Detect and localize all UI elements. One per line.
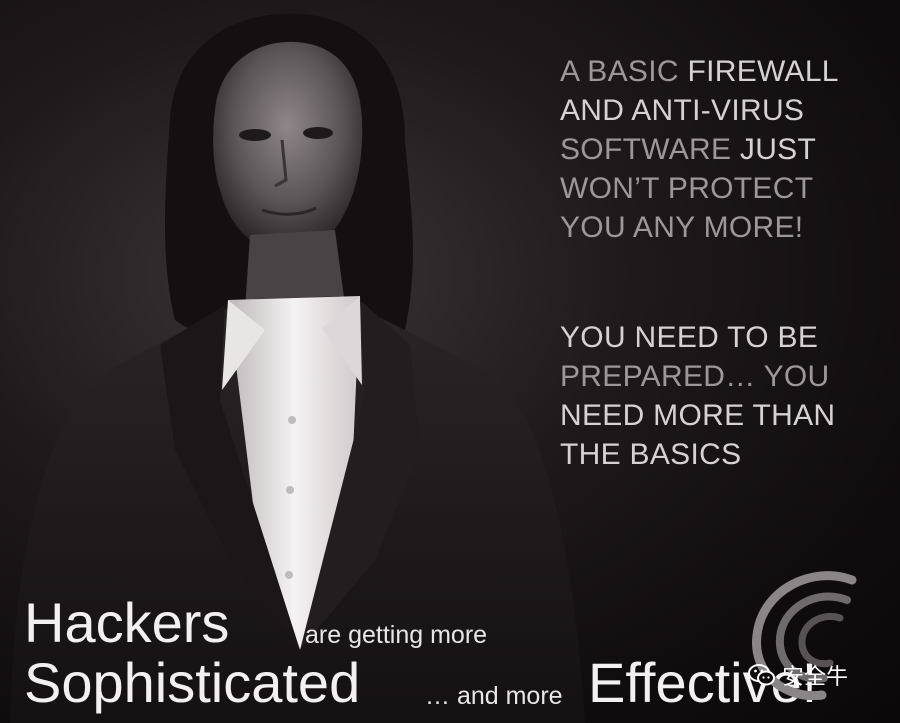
watermark-text: 安全牛: [782, 665, 849, 690]
headline-line: NEED MORE THAN: [560, 399, 836, 432]
tagline-phrase-2: … and more: [425, 682, 563, 710]
headline-line: THE BASICS: [560, 438, 742, 471]
headline-line: WON’T PROTECT: [560, 172, 814, 205]
tagline-phrase-1: are getting more: [305, 621, 488, 649]
headline-line: PREPARED… YOU: [560, 360, 830, 393]
tagline-sophisticated: Sophisticated: [24, 651, 361, 714]
headline-line: YOU ANY MORE!: [560, 211, 804, 244]
headline-line: A BASIC FIREWALL: [560, 55, 839, 88]
headline-block-1: A BASIC FIREWALL AND ANTI-VIRUS SOFTWARE…: [560, 52, 839, 247]
headline-line: SOFTWARE JUST: [560, 133, 817, 166]
wechat-watermark: 安全牛: [748, 659, 848, 691]
headline-block-2: YOU NEED TO BE PREPARED… YOU NEED MORE T…: [560, 318, 835, 474]
headline-line: AND ANTI-VIRUS: [560, 94, 805, 127]
wechat-icon: [748, 664, 775, 686]
poster: A BASIC FIREWALL AND ANTI-VIRUS SOFTWARE…: [0, 0, 900, 723]
headline-line: YOU NEED TO BE: [560, 321, 819, 354]
tagline-hackers: Hackers: [24, 591, 230, 654]
